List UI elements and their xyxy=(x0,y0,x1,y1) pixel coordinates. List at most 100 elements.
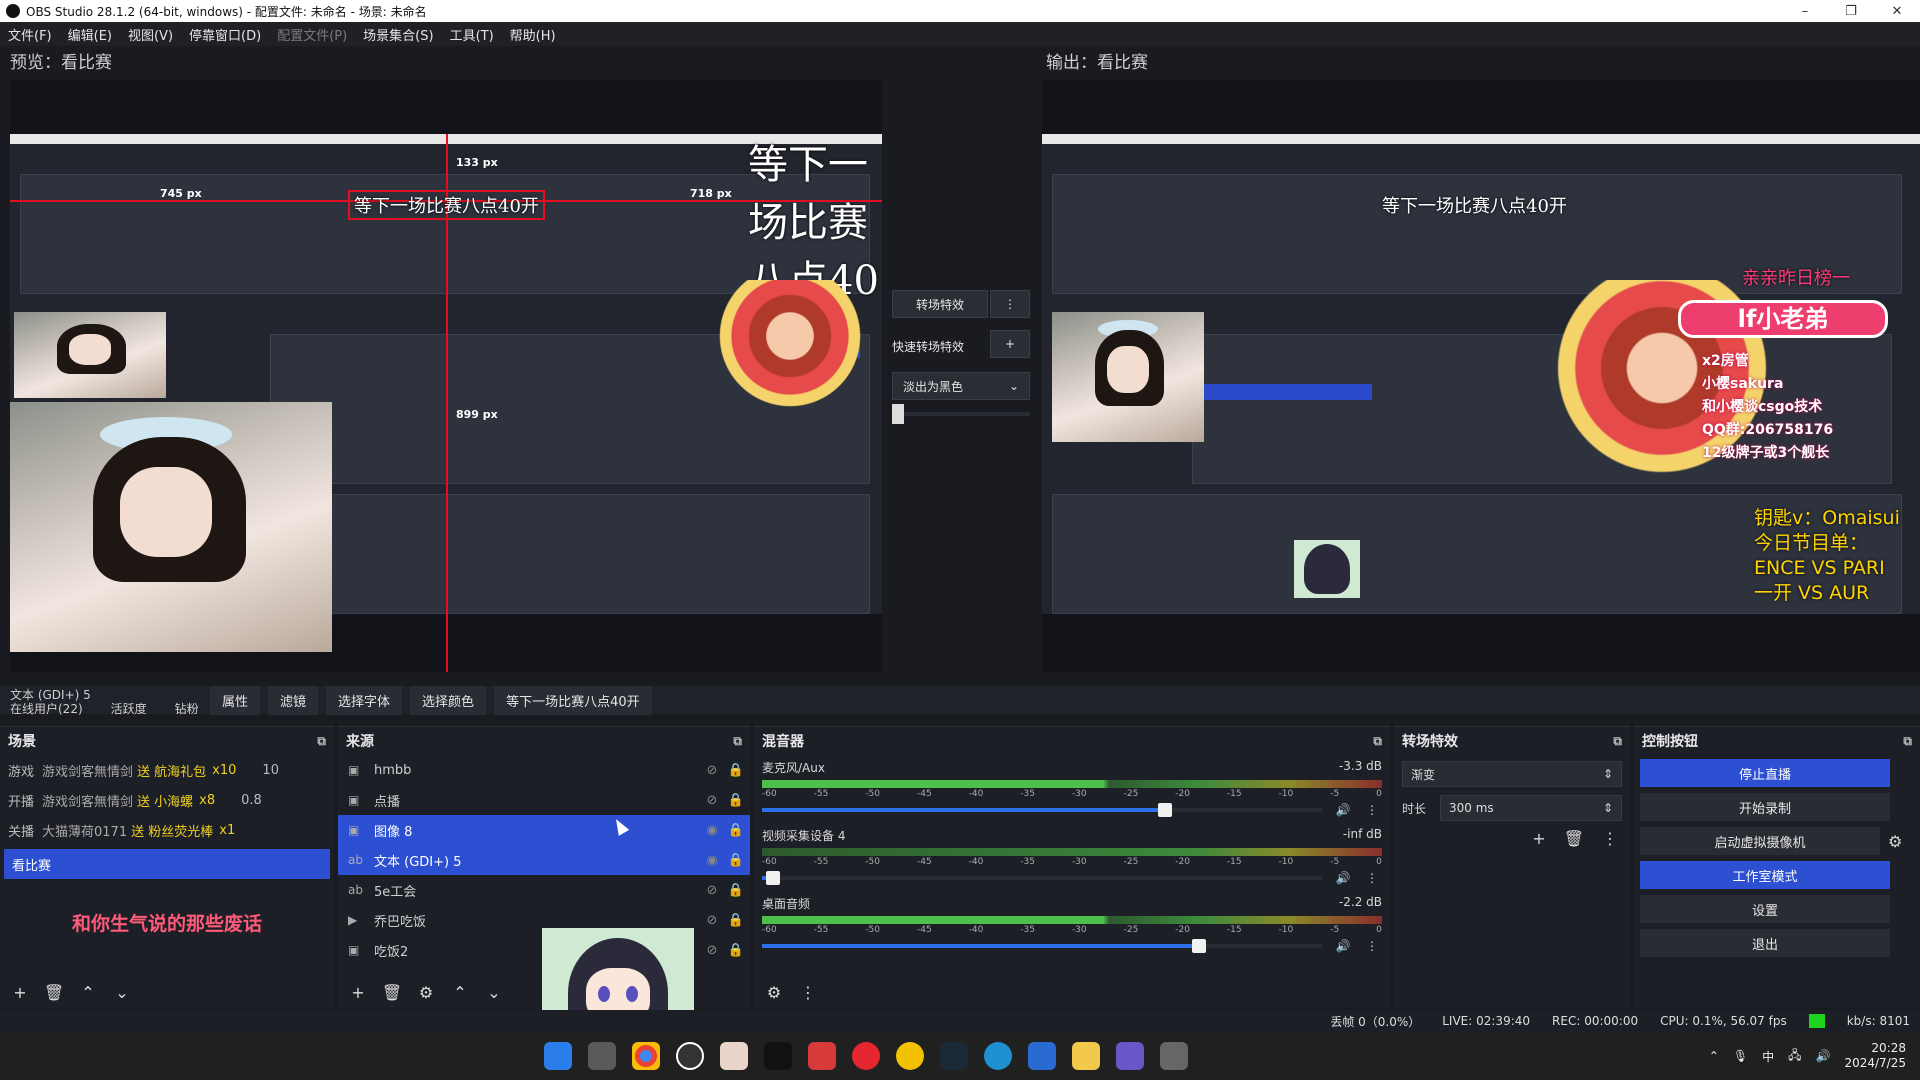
more-icon[interactable]: ⋮ xyxy=(1362,871,1382,885)
select-font-button[interactable]: 选择字体 xyxy=(326,685,403,715)
app-icon[interactable] xyxy=(720,1042,748,1070)
float-dock-icon[interactable]: ⧉ xyxy=(1613,734,1622,749)
ime-indicator[interactable]: 中 xyxy=(1762,1048,1774,1065)
stop-streaming-button[interactable]: 停止直播 xyxy=(1640,759,1890,787)
volume-slider[interactable] xyxy=(762,871,1322,885)
trash-icon[interactable]: 🗑 xyxy=(1564,829,1584,848)
network-icon[interactable]: 🖧 xyxy=(1788,1046,1801,1067)
menu-docks[interactable]: 停靠窗口(D) xyxy=(189,25,261,44)
more-icon[interactable]: ⋮ xyxy=(1362,939,1382,953)
float-dock-icon[interactable]: ⧉ xyxy=(317,734,326,749)
flyclash-icon[interactable] xyxy=(764,1042,792,1070)
gear-icon[interactable]: ⚙ xyxy=(762,983,786,1002)
float-dock-icon[interactable]: ⧉ xyxy=(733,734,742,749)
windows-start-icon[interactable] xyxy=(544,1042,572,1070)
more-icon[interactable]: ⋮ xyxy=(796,983,820,1002)
preview-selected-text-source[interactable]: 等下一场比赛八点40开 xyxy=(348,190,545,220)
maximize-button[interactable]: ❐ xyxy=(1828,4,1874,19)
volume-slider-handle[interactable] xyxy=(1158,803,1173,817)
menu-file[interactable]: 文件(F) xyxy=(8,25,52,44)
trash-icon[interactable]: 🗑 xyxy=(42,983,66,1002)
notepad-icon[interactable] xyxy=(1028,1042,1056,1070)
trash-icon[interactable]: 🗑 xyxy=(380,983,404,1002)
close-button[interactable]: ✕ xyxy=(1874,4,1920,19)
lock-icon[interactable]: 🔒 xyxy=(722,943,750,958)
more-icon[interactable]: ⋮ xyxy=(1362,803,1382,817)
source-row[interactable]: ▣ 图像 8 ◉ 🔒 xyxy=(338,815,750,845)
source-row[interactable]: ▣ hmbb ⊘ 🔒 xyxy=(338,755,750,785)
volume-slider[interactable] xyxy=(762,803,1322,817)
add-quick-transition-button[interactable]: + xyxy=(990,330,1030,358)
app-icon[interactable] xyxy=(896,1042,924,1070)
eye-hidden-icon[interactable]: ⊘ xyxy=(702,883,722,898)
volume-icon[interactable]: 🔊 xyxy=(1816,1049,1831,1063)
transition-slider[interactable] xyxy=(892,404,1030,424)
folder-icon[interactable] xyxy=(1072,1042,1100,1070)
float-dock-icon[interactable]: ⧉ xyxy=(1373,734,1382,749)
transition-more-button[interactable]: ⋮ xyxy=(990,290,1030,318)
clock[interactable]: 20:28 2024/7/25 xyxy=(1844,1041,1906,1071)
exit-button[interactable]: 退出 xyxy=(1640,929,1890,957)
add-icon[interactable]: + xyxy=(1532,829,1545,848)
transition-button[interactable]: 转场特效 xyxy=(892,290,988,318)
scene-row[interactable]: 关播 大猫薄荷0171 送 粉丝荧光棒 x1 xyxy=(0,815,334,845)
mic-icon[interactable]: 🎙 xyxy=(1733,1049,1748,1063)
gear-icon[interactable]: ⚙ xyxy=(414,983,438,1002)
menu-view[interactable]: 视图(V) xyxy=(128,25,173,44)
arrow-up-icon[interactable]: ⌃ xyxy=(76,983,100,1002)
speaker-icon[interactable]: 🔊 xyxy=(1332,871,1354,885)
volume-slider[interactable] xyxy=(762,939,1322,953)
scene-row[interactable]: 开播 游戏剑客無情剑送 小海螺 x8 0.8 xyxy=(0,785,334,815)
filters-button[interactable]: 滤镜 xyxy=(268,685,319,715)
add-icon[interactable]: + xyxy=(8,983,32,1002)
chrome-icon[interactable] xyxy=(632,1042,660,1070)
menu-profile[interactable]: 配置文件(P) xyxy=(277,25,347,44)
fade-to-black-select[interactable]: 淡出为黑色 ⌄ xyxy=(892,372,1030,400)
app-icon[interactable] xyxy=(1160,1042,1188,1070)
netease-music-icon[interactable] xyxy=(852,1042,880,1070)
eye-hidden-icon[interactable]: ⊘ xyxy=(702,763,722,778)
menu-help[interactable]: 帮助(H) xyxy=(510,25,556,44)
task-view-icon[interactable] xyxy=(588,1042,616,1070)
source-row[interactable]: ▣ 点播 ⊘ 🔒 xyxy=(338,785,750,815)
text-content-field[interactable]: 等下一场比赛八点40开 xyxy=(494,685,652,715)
select-color-button[interactable]: 选择颜色 xyxy=(410,685,487,715)
float-dock-icon[interactable]: ⧉ xyxy=(1903,734,1912,749)
minimize-button[interactable]: – xyxy=(1782,4,1828,19)
eye-hidden-icon[interactable]: ⊘ xyxy=(702,913,722,928)
more-icon[interactable]: ⋮ xyxy=(1602,829,1618,848)
menu-edit[interactable]: 编辑(E) xyxy=(68,25,112,44)
app-icon[interactable] xyxy=(984,1042,1012,1070)
eye-icon[interactable]: ◉ xyxy=(702,853,722,868)
eye-hidden-icon[interactable]: ⊘ xyxy=(702,793,722,808)
speaker-icon[interactable]: 🔊 xyxy=(1332,803,1354,817)
source-row[interactable]: ab 5e工会 ⊘ 🔒 xyxy=(338,875,750,905)
scene-row-selected[interactable]: 看比赛 xyxy=(4,849,330,879)
lock-icon[interactable]: 🔒 xyxy=(722,913,750,928)
menu-tools[interactable]: 工具(T) xyxy=(450,25,494,44)
source-row[interactable]: ab 文本 (GDI+) 5 ◉ 🔒 xyxy=(338,845,750,875)
lock-icon[interactable]: 🔒 xyxy=(722,883,750,898)
add-icon[interactable]: + xyxy=(346,983,370,1002)
chevron-up-icon[interactable]: ⌃ xyxy=(1709,1049,1719,1063)
transition-type-select[interactable]: 渐变 ⇕ xyxy=(1402,761,1622,787)
obs-taskbar-icon[interactable] xyxy=(676,1042,704,1070)
volume-slider-handle[interactable] xyxy=(766,871,781,885)
duration-input[interactable]: 300 ms ⇕ xyxy=(1440,795,1622,821)
preview-webcam-source[interactable] xyxy=(10,402,332,652)
eye-icon[interactable]: ◉ xyxy=(702,823,722,838)
arrow-down-icon[interactable]: ⌄ xyxy=(110,983,134,1002)
gear-icon[interactable]: ⚙ xyxy=(1888,832,1902,851)
speaker-icon[interactable]: 🔊 xyxy=(1332,939,1354,953)
preview-canvas[interactable]: 133 px 745 px 718 px 899 px 等下一场比赛八点40开 … xyxy=(10,80,882,672)
app-icon[interactable] xyxy=(1116,1042,1144,1070)
arrow-up-icon[interactable]: ⌃ xyxy=(448,983,472,1002)
start-recording-button[interactable]: 开始录制 xyxy=(1640,793,1890,821)
properties-button[interactable]: 属性 xyxy=(210,685,261,715)
settings-button[interactable]: 设置 xyxy=(1640,895,1890,923)
scene-row[interactable]: 游戏 游戏剑客無情剑送 航海礼包 x10 10 xyxy=(0,755,334,785)
menu-scene-collection[interactable]: 场景集合(S) xyxy=(363,25,433,44)
volume-slider-handle[interactable] xyxy=(1191,939,1206,953)
start-virtual-camera-button[interactable]: 启动虚拟摄像机 xyxy=(1640,827,1880,855)
transition-slider-handle[interactable] xyxy=(892,404,904,424)
